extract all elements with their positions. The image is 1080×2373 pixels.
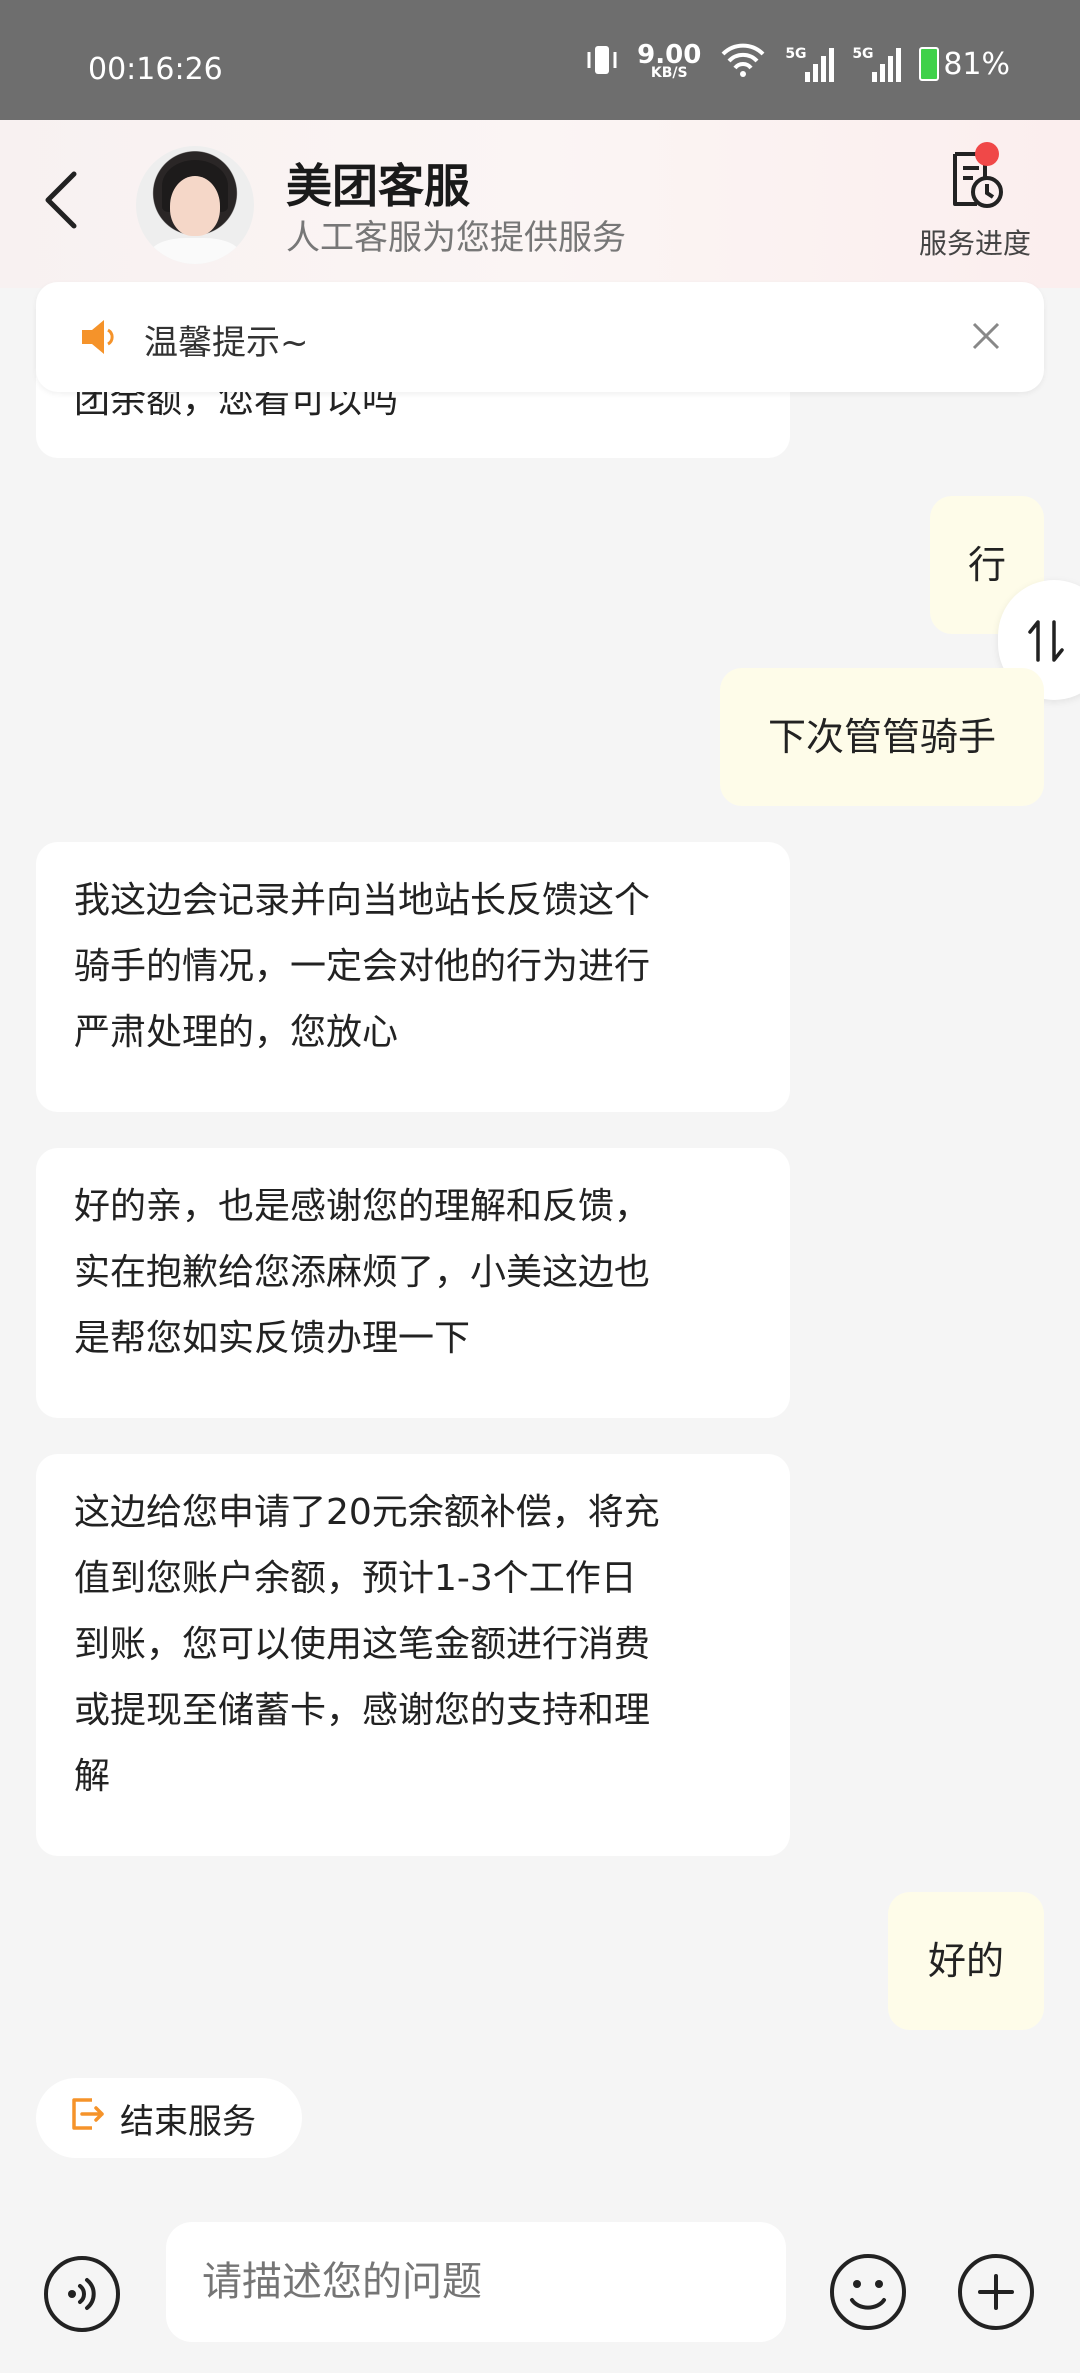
swap-arrows-icon — [1026, 618, 1066, 668]
service-progress-icon — [943, 142, 1007, 212]
end-service-label: 结束服务 — [120, 2101, 256, 2142]
service-progress-label: 服务进度 — [918, 227, 1031, 260]
message-bubble-agent: 这边给您申请了20元余额补偿，将充 值到您账户余额，预计1-3个工作日 到账，您… — [36, 1454, 790, 1856]
message-line: 值到您账户余额，预计1-3个工作日 — [74, 1558, 637, 1599]
voice-input-button[interactable] — [42, 2254, 122, 2334]
signal-icon: 5G — [852, 46, 902, 82]
message-input[interactable] — [166, 2222, 786, 2342]
signal-icon: 5G — [785, 46, 835, 82]
message-bubble-agent: 我这边会记录并向当地站长反馈这个 骑手的情况，一定会对他的行为进行 严肃处理的，… — [36, 842, 790, 1112]
message-line: 到账，您可以使用这笔金额进行消费 — [74, 1624, 651, 1665]
battery-icon — [919, 47, 940, 81]
message-line: 是帮您如实反馈办理一下 — [74, 1318, 471, 1359]
message-line: 我这边会记录并向当地站长反馈这个 — [74, 880, 651, 921]
message-text: 下次管管骑手 — [767, 715, 996, 759]
back-button[interactable] — [38, 168, 82, 232]
more-options-button[interactable] — [956, 2252, 1036, 2332]
end-service-button[interactable]: 结束服务 — [36, 2078, 302, 2158]
status-time: 00:16:26 — [88, 52, 223, 87]
message-line: 这边给您申请了20元余额补偿，将充 — [74, 1492, 660, 1533]
input-bar — [0, 2210, 1080, 2373]
speaker-icon — [78, 316, 120, 358]
agent-avatar[interactable] — [136, 146, 254, 264]
message-line: 好的亲，也是感谢您的理解和反馈， — [74, 1186, 651, 1227]
message-line: 严肃处理的，您放心 — [74, 1012, 399, 1053]
tip-text: 温馨提示~ — [144, 323, 309, 363]
battery-indicator: 81% — [919, 47, 1010, 82]
status-icons: 9.00 KB/S 5G 5G 81% — [585, 42, 1010, 86]
message-line: 实在抱歉给您添麻烦了，小美这边也 — [74, 1252, 651, 1293]
message-line: 骑手的情况，一定会对他的行为进行 — [74, 946, 651, 987]
battery-percent: 81% — [943, 46, 1010, 82]
net-speed: 9.00 KB/S — [637, 42, 701, 82]
emoji-button[interactable] — [828, 2252, 908, 2332]
exit-icon — [66, 2094, 106, 2143]
service-progress-button[interactable]: 服务进度 — [910, 142, 1040, 262]
message-bubble-user: 好的 — [888, 1892, 1044, 2030]
notification-badge — [975, 142, 999, 166]
message-bubble-user: 下次管管骑手 — [720, 668, 1044, 806]
message-bubble-agent: 好的亲，也是感谢您的理解和反馈， 实在抱歉给您添麻烦了，小美这边也 是帮您如实反… — [36, 1148, 790, 1418]
vibrate-icon — [585, 42, 619, 86]
chat-title: 美团客服 — [286, 159, 470, 213]
wifi-icon — [719, 42, 767, 86]
signal-tag: 5G — [852, 46, 874, 62]
signal-tag: 5G — [785, 46, 807, 62]
chat-header: 美团客服 人工客服为您提供服务 服务进度 — [0, 120, 1080, 288]
message-text: 好的 — [927, 1939, 1004, 1983]
status-bar: 00:16:26 9.00 KB/S 5G 5G 81% — [0, 0, 1080, 120]
close-icon[interactable] — [966, 316, 1006, 356]
tip-banner: 温馨提示~ — [36, 282, 1044, 392]
chat-subtitle: 人工客服为您提供服务 — [286, 218, 626, 258]
message-line: 或提现至储蓄卡，感谢您的支持和理 — [74, 1690, 651, 1731]
message-text: 行 — [967, 543, 1006, 587]
message-line: 解 — [74, 1756, 111, 1797]
